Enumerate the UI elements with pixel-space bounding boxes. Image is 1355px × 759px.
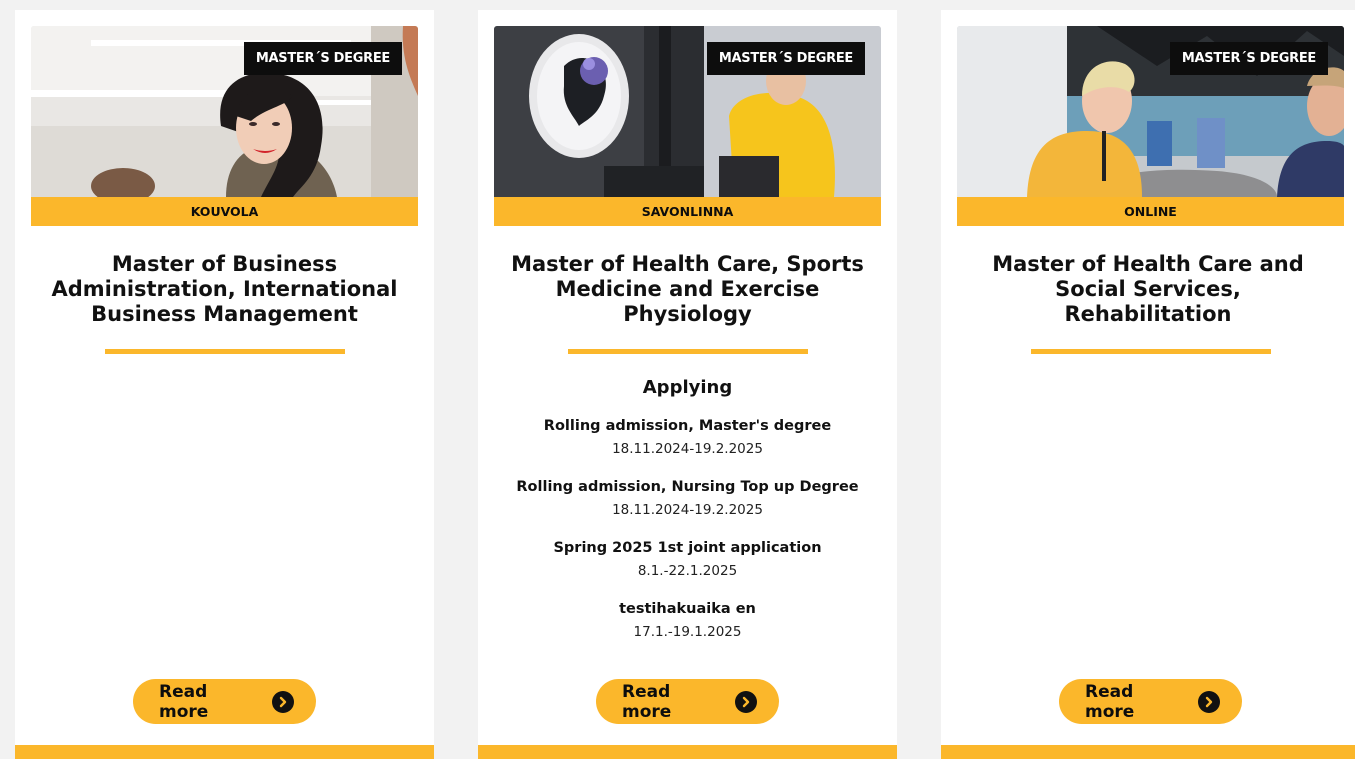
card-bottom-accent [478,745,897,759]
program-card-business[interactable]: MASTER´S DEGREE KOUVOLA Master of Busine… [15,10,434,759]
location-label: ONLINE [957,197,1344,226]
read-more-button[interactable]: Read more [133,679,316,724]
read-more-button[interactable]: Read more [596,679,779,724]
program-card-list: MASTER´S DEGREE KOUVOLA Master of Busine… [0,0,1355,759]
degree-type-badge: MASTER´S DEGREE [706,42,865,75]
degree-type-badge: MASTER´S DEGREE [243,42,402,75]
program-card-sports-medicine[interactable]: MASTER´S DEGREE SAVONLINNA Master of Hea… [478,10,897,759]
degree-type-badge: MASTER´S DEGREE [1169,42,1328,75]
read-more-button[interactable]: Read more [1059,679,1242,724]
arrow-right-circle-icon [272,690,294,713]
applying-heading: Applying [642,377,733,398]
program-title[interactable]: Master of Health Care, Sports Medicine a… [508,252,867,327]
applying-section: Applying Rolling admission, Master's deg… [488,376,887,660]
application-period: Rolling admission, Master's degree 18.11… [488,416,887,459]
application-period-name: Rolling admission, Nursing Top up Degree [516,479,859,495]
location-label: SAVONLINNA [494,197,881,226]
application-period-dates: 18.11.2024-19.2.2025 [612,441,763,457]
application-period-name: Rolling admission, Master's degree [543,418,832,434]
program-title[interactable]: Master of Health Care and Social Service… [971,252,1325,327]
card-bottom-accent [941,745,1355,759]
application-period-name: Spring 2025 1st joint application [553,540,822,556]
card-hero: MASTER´S DEGREE KOUVOLA [31,26,418,226]
arrow-right-circle-icon [1198,690,1220,713]
card-bottom-accent [15,745,434,759]
program-title[interactable]: Master of Business Administration, Inter… [45,252,404,327]
application-period: Rolling admission, Nursing Top up Degree… [488,477,887,520]
application-period-dates: 18.11.2024-19.2.2025 [612,502,763,518]
card-hero: MASTER´S DEGREE ONLINE [957,26,1344,226]
application-period: Spring 2025 1st joint application 8.1.-2… [488,538,887,581]
title-divider [105,349,345,354]
read-more-label: Read more [1085,681,1135,722]
title-divider [1031,349,1271,354]
application-period-dates: 17.1.-19.1.2025 [633,624,742,640]
arrow-right-circle-icon [735,690,757,713]
title-divider [568,349,808,354]
application-period: testihakuaika en 17.1.-19.1.2025 [488,599,887,642]
card-hero: MASTER´S DEGREE SAVONLINNA [494,26,881,226]
location-label: KOUVOLA [31,197,418,226]
application-period-name: testihakuaika en [619,601,756,617]
read-more-label: Read more [622,681,672,722]
program-card-rehabilitation[interactable]: MASTER´S DEGREE ONLINE Master of Health … [941,10,1355,759]
application-period-dates: 8.1.-22.1.2025 [637,563,738,579]
read-more-label: Read more [159,681,209,722]
